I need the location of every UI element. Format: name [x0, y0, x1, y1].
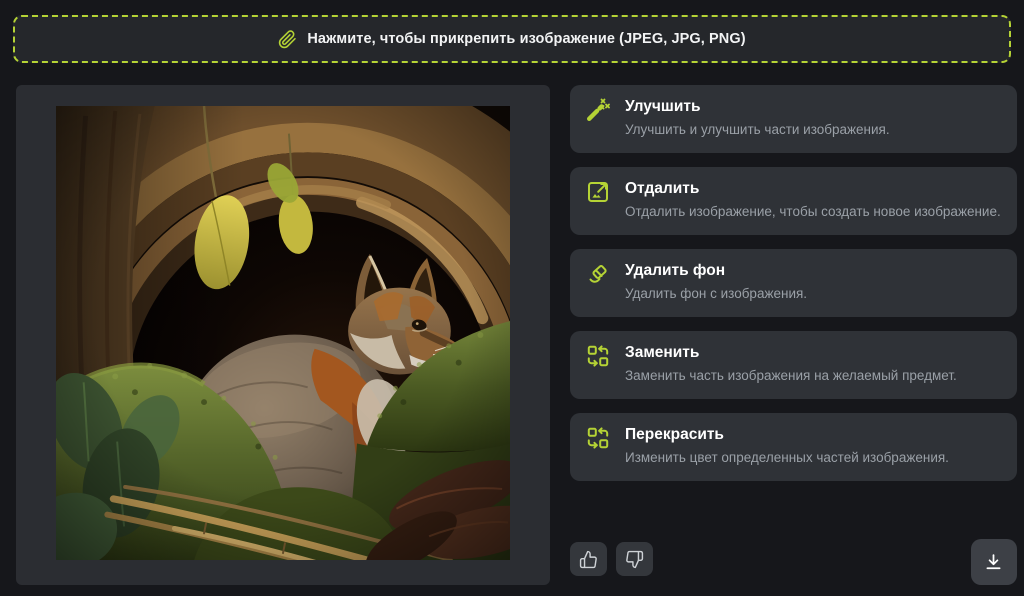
main-area: Улучшить Улучшить и улучшить части изобр…: [16, 85, 1012, 585]
fox-photo-image: [56, 106, 510, 560]
download-icon: [983, 552, 1004, 573]
magic-wand-icon: [586, 98, 610, 122]
fox-scene-illustration: [56, 106, 510, 560]
action-title-replace: Заменить: [625, 343, 957, 363]
thumbs-up-button[interactable]: [570, 542, 607, 576]
download-button[interactable]: [971, 539, 1017, 585]
attach-label: Нажмите, чтобы прикрепить изображение (J…: [307, 31, 745, 47]
action-desc-remove-background: Удалить фон с изображения.: [625, 285, 807, 302]
actions-list: Улучшить Улучшить и улучшить части изобр…: [570, 85, 1017, 481]
eraser-icon: [586, 262, 610, 286]
app-root: Нажмите, чтобы прикрепить изображение (J…: [0, 15, 1024, 585]
action-desc-zoom-out: Отдалить изображение, чтобы создать ново…: [625, 203, 1001, 220]
actions-column: Улучшить Улучшить и улучшить части изобр…: [570, 85, 1017, 585]
action-button-zoom-out[interactable]: Отдалить Отдалить изображение, чтобы соз…: [570, 167, 1017, 235]
action-button-remove-background[interactable]: Удалить фон Удалить фон с изображения.: [570, 249, 1017, 317]
attach-image-dropzone[interactable]: Нажмите, чтобы прикрепить изображение (J…: [13, 15, 1011, 63]
action-desc-enhance: Улучшить и улучшить части изображения.: [625, 121, 890, 138]
paperclip-icon: [278, 30, 297, 49]
action-button-replace[interactable]: Заменить Заменить часть изображения на ж…: [570, 331, 1017, 399]
recolor-icon: [586, 426, 610, 450]
action-button-recolor[interactable]: Перекрасить Изменить цвет определенных ч…: [570, 413, 1017, 481]
feedback-buttons: [570, 542, 653, 576]
action-desc-recolor: Изменить цвет определенных частей изобра…: [625, 449, 949, 466]
zoom-out-image-icon: [586, 180, 610, 204]
generated-image-panel: [16, 85, 550, 585]
action-title-remove-background: Удалить фон: [625, 261, 807, 281]
replace-icon: [586, 344, 610, 368]
action-desc-replace: Заменить часть изображения на желаемый п…: [625, 367, 957, 384]
thumbs-down-button[interactable]: [616, 542, 653, 576]
action-title-enhance: Улучшить: [625, 97, 890, 117]
action-title-zoom-out: Отдалить: [625, 179, 1001, 199]
action-button-enhance[interactable]: Улучшить Улучшить и улучшить части изобр…: [570, 85, 1017, 153]
thumbs-down-icon: [625, 550, 644, 569]
thumbs-up-icon: [579, 550, 598, 569]
feedback-bar: [570, 539, 1017, 585]
action-title-recolor: Перекрасить: [625, 425, 949, 445]
